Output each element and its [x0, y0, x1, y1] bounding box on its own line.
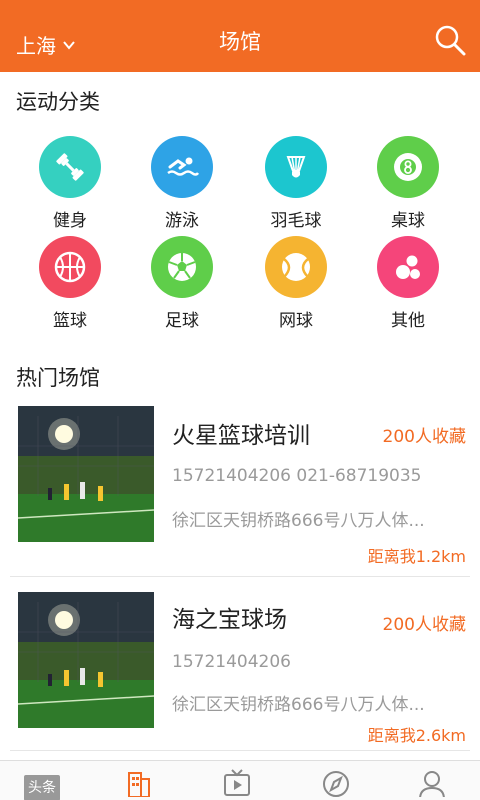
- sport-item-badminton[interactable]: 羽毛球: [240, 136, 352, 231]
- venue-card[interactable]: 海之宝球场 200人收藏 15721404206 徐汇区天钥桥路666号八万人体…: [0, 582, 480, 756]
- sport-circle: [39, 236, 101, 298]
- sport-circle: [39, 136, 101, 198]
- basketball-icon: [54, 251, 86, 283]
- tv-play-icon: [224, 769, 250, 796]
- sport-circle: [151, 136, 213, 198]
- news-tab[interactable]: 头条: [24, 775, 60, 800]
- sport-item-fitness[interactable]: 健身: [14, 136, 126, 231]
- venue-name: 火星篮球培训: [172, 423, 310, 449]
- profile-tab[interactable]: [412, 767, 452, 800]
- hot-venues-title: 热门场馆: [16, 366, 100, 390]
- billiard-ball-icon: [394, 153, 422, 181]
- divider: [10, 576, 470, 577]
- venue-phone: 15721404206 021-68719035: [172, 466, 422, 486]
- sport-item-tennis[interactable]: 网球: [240, 236, 352, 331]
- sport-item-other[interactable]: 其他: [352, 236, 464, 331]
- sport-label: 游泳: [165, 211, 199, 231]
- sport-circle: [265, 136, 327, 198]
- sport-label: 健身: [53, 211, 87, 231]
- sport-circle: [377, 236, 439, 298]
- search-icon[interactable]: [434, 24, 466, 56]
- building-icon: [128, 772, 150, 797]
- sport-label: 篮球: [53, 311, 87, 331]
- bottom-tab-bar: 头条: [0, 760, 480, 800]
- sports-section-title: 运动分类: [16, 90, 100, 114]
- top-bar: 上海 场馆: [0, 0, 480, 72]
- venue-distance: 距离我1.2km: [367, 547, 466, 566]
- dumbbell-icon: [56, 153, 84, 181]
- sport-label: 网球: [279, 311, 313, 331]
- sport-item-soccer[interactable]: 足球: [126, 236, 238, 331]
- sport-circle: [265, 236, 327, 298]
- tennis-ball-icon: [282, 253, 310, 281]
- sport-label: 桌球: [391, 211, 425, 231]
- venue-photo: [18, 592, 154, 728]
- venue-name: 海之宝球场: [172, 607, 287, 633]
- venue-address: 徐汇区天钥桥路666号八万人体...: [172, 695, 425, 715]
- sport-label: 足球: [165, 311, 199, 331]
- discover-tab[interactable]: [316, 767, 356, 800]
- sport-label: 羽毛球: [270, 211, 322, 231]
- sport-circle: [151, 236, 213, 298]
- venue-address: 徐汇区天钥桥路666号八万人体...: [172, 511, 425, 531]
- page-title: 场馆: [219, 30, 261, 54]
- venue-photo: [18, 406, 154, 542]
- sport-label: 其他: [391, 311, 425, 331]
- venue-distance: 距离我2.6km: [367, 726, 466, 745]
- venue-phone: 15721404206: [172, 652, 291, 672]
- sport-item-basketball[interactable]: 篮球: [14, 236, 126, 331]
- venue-favorites: 200人收藏: [382, 615, 466, 635]
- venue-favorites: 200人收藏: [382, 427, 466, 447]
- video-tab[interactable]: [217, 767, 257, 800]
- venue-card[interactable]: 火星篮球培训 200人收藏 15721404206 021-68719035 徐…: [0, 396, 480, 570]
- user-icon: [419, 771, 445, 797]
- sport-item-billiards[interactable]: 桌球: [352, 136, 464, 231]
- soccer-ball-icon: [168, 253, 196, 281]
- shuttlecock-icon: [286, 156, 306, 178]
- divider: [10, 750, 470, 751]
- sport-item-swimming[interactable]: 游泳: [126, 136, 238, 231]
- venues-tab[interactable]: [118, 767, 158, 800]
- swimmer-icon: [167, 157, 200, 176]
- other-balls-icon: [396, 255, 420, 279]
- sport-circle: [377, 136, 439, 198]
- compass-icon: [323, 771, 349, 797]
